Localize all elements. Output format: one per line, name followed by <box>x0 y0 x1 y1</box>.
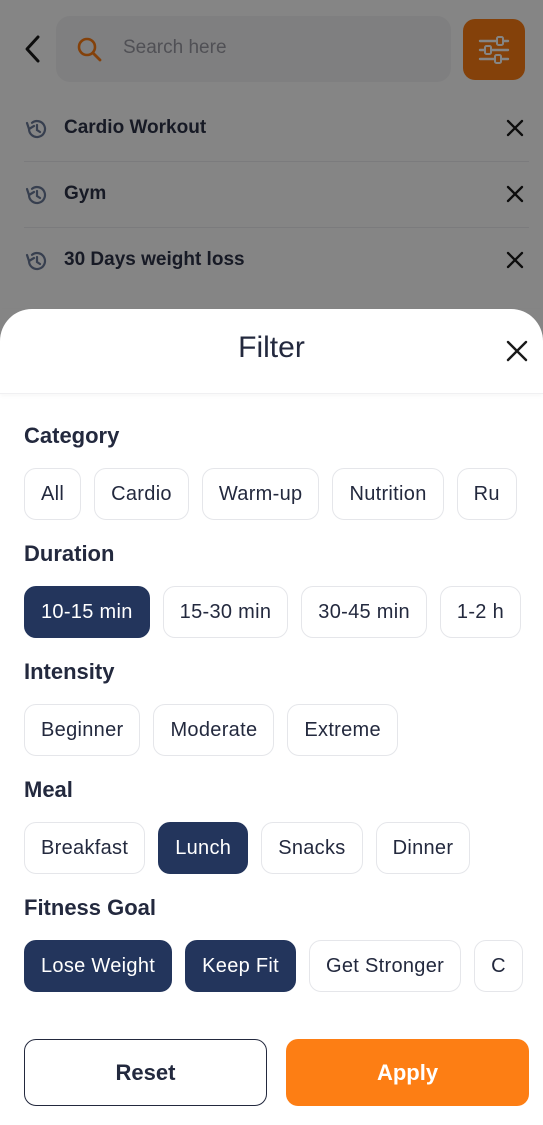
chip-goal-get-stronger[interactable]: Get Stronger <box>309 940 462 992</box>
filter-sheet-header: Filter <box>0 309 543 394</box>
chip-category-nutrition[interactable]: Nutrition <box>332 468 444 520</box>
chip-duration-30-45[interactable]: 30-45 min <box>301 586 427 638</box>
category-title: Category <box>24 423 120 448</box>
chip-category-warm-up[interactable]: Warm-up <box>201 468 320 520</box>
category-chip-row: All Cardio Warm-up Nutrition Ru <box>24 468 517 520</box>
chip-meal-breakfast[interactable]: Breakfast <box>24 822 146 874</box>
intensity-chip-row: Beginner Moderate Extreme <box>24 704 398 756</box>
chip-intensity-beginner[interactable]: Beginner <box>24 704 141 756</box>
duration-chip-row: 10-15 min 15-30 min 30-45 min 1-2 h <box>24 586 522 638</box>
chip-category-ru[interactable]: Ru <box>456 468 517 520</box>
filter-title: Filter <box>238 331 305 364</box>
intensity-title: Intensity <box>24 659 115 684</box>
chip-goal-keep-fit[interactable]: Keep Fit <box>185 940 297 992</box>
apply-button[interactable]: Apply <box>286 1039 529 1106</box>
chip-intensity-extreme[interactable]: Extreme <box>287 704 398 756</box>
chip-meal-snacks[interactable]: Snacks <box>261 822 363 874</box>
chip-duration-10-15[interactable]: 10-15 min <box>24 586 150 638</box>
reset-button[interactable]: Reset <box>24 1039 267 1106</box>
chip-category-all[interactable]: All <box>24 468 82 520</box>
fitness-goal-title: Fitness Goal <box>24 895 157 920</box>
chip-duration-15-30[interactable]: 15-30 min <box>162 586 289 638</box>
fitness-goal-chip-row: Lose Weight Keep Fit Get Stronger C <box>24 940 523 992</box>
chip-intensity-moderate[interactable]: Moderate <box>153 704 275 756</box>
chip-goal-c[interactable]: C <box>474 940 523 992</box>
chip-category-cardio[interactable]: Cardio <box>94 468 189 520</box>
chip-meal-dinner[interactable]: Dinner <box>375 822 471 874</box>
chip-goal-lose-weight[interactable]: Lose Weight <box>24 940 173 992</box>
duration-title: Duration <box>24 541 115 566</box>
meal-chip-row: Breakfast Lunch Snacks Dinner <box>24 822 471 874</box>
chip-meal-lunch[interactable]: Lunch <box>158 822 249 874</box>
chip-duration-1-2h[interactable]: 1-2 h <box>439 586 522 638</box>
meal-title: Meal <box>24 777 73 802</box>
filter-sheet: Filter Category All Cardio Warm-up Nutri… <box>0 309 543 1125</box>
close-icon[interactable] <box>505 339 529 363</box>
